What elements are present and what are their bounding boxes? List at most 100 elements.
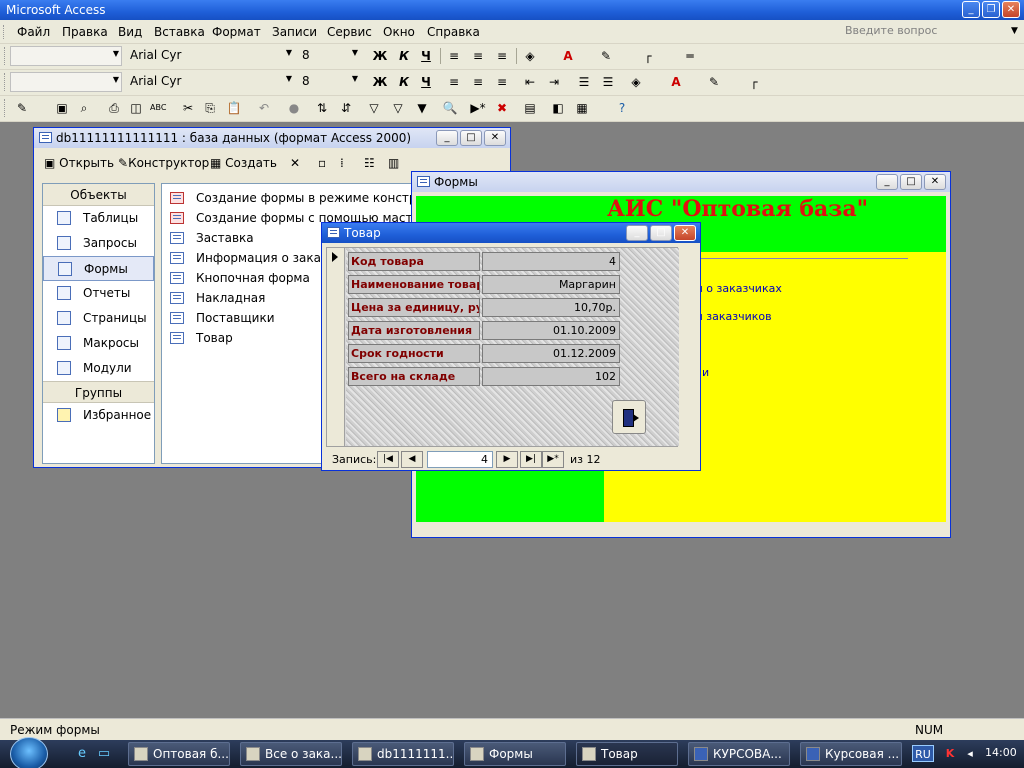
line-color-icon[interactable]: ✎ bbox=[598, 48, 614, 64]
fill-color-icon[interactable]: ◈ bbox=[522, 48, 538, 64]
menu-help[interactable]: Справка bbox=[427, 25, 480, 39]
db-maximize-button[interactable]: □ bbox=[460, 130, 482, 146]
save-icon[interactable]: ▣ bbox=[54, 100, 70, 116]
large-icons-icon[interactable]: ▫ bbox=[318, 156, 326, 170]
chevron-down-icon[interactable]: ▼ bbox=[1011, 26, 1018, 36]
border-width-icon[interactable]: ┌ bbox=[640, 48, 656, 64]
taskbar-item[interactable]: Оптовая б... bbox=[128, 742, 230, 766]
db-delete-icon[interactable]: ✕ bbox=[290, 156, 300, 170]
border-width-icon-2[interactable]: ┌ bbox=[746, 74, 762, 90]
align-center-icon-2[interactable]: ≡ bbox=[470, 74, 486, 90]
print-icon[interactable]: ⎙ bbox=[106, 100, 122, 116]
object-modules[interactable]: Модули bbox=[43, 356, 154, 381]
hyperlink-icon[interactable]: ● bbox=[286, 100, 302, 116]
group-favorites[interactable]: Избранное bbox=[43, 403, 154, 428]
small-icons-icon[interactable]: ⁞ bbox=[340, 156, 344, 170]
font-name-combo-2[interactable]: Arial Cyr ▼ bbox=[126, 72, 294, 92]
taskbar-item[interactable]: db1111111... bbox=[352, 742, 454, 766]
ie-icon[interactable]: e bbox=[74, 746, 90, 762]
delete-record-icon[interactable]: ✖ bbox=[494, 100, 510, 116]
indent-icon[interactable]: ⇤ bbox=[522, 74, 538, 90]
font-size-combo[interactable]: 8 ▼ bbox=[298, 46, 360, 66]
underline-icon-2[interactable]: Ч bbox=[418, 74, 434, 90]
first-record-button[interactable]: |◀ bbox=[377, 451, 399, 468]
help-question-input[interactable]: Введите вопрос bbox=[845, 24, 937, 37]
unit-price-field[interactable]: 10,70р. bbox=[482, 298, 620, 317]
font-color-icon[interactable]: A bbox=[560, 48, 576, 64]
object-tables[interactable]: Таблицы bbox=[43, 206, 154, 231]
font-name-combo[interactable]: Arial Cyr ▼ bbox=[126, 46, 294, 66]
menu-tools[interactable]: Сервис bbox=[327, 25, 372, 39]
product-code-field[interactable]: 4 bbox=[482, 252, 620, 271]
object-macros[interactable]: Макросы bbox=[43, 331, 154, 356]
switchboard-link[interactable]: и bbox=[702, 366, 709, 379]
font-color-icon-2[interactable]: A bbox=[668, 74, 684, 90]
new-record-button[interactable]: ▶* bbox=[542, 451, 564, 468]
bold-icon-2[interactable]: Ж bbox=[372, 74, 388, 90]
db-create-button[interactable]: ▦ Создать bbox=[210, 156, 277, 170]
help-icon[interactable]: ? bbox=[614, 100, 630, 116]
current-record-input[interactable]: 4 bbox=[427, 451, 493, 468]
manufacture-date-field[interactable]: 01.10.2009 bbox=[482, 321, 620, 340]
line-color-icon-2[interactable]: ✎ bbox=[706, 74, 722, 90]
next-record-button[interactable]: ▶ bbox=[496, 451, 518, 468]
db-design-button[interactable]: ✎Конструктор bbox=[118, 156, 209, 170]
align-right-icon-2[interactable]: ≡ bbox=[494, 74, 510, 90]
exit-button[interactable] bbox=[612, 400, 646, 434]
special-effect-icon[interactable]: ═ bbox=[682, 48, 698, 64]
prev-record-button[interactable]: ◀ bbox=[401, 451, 423, 468]
db-open-button[interactable]: ▣ Открыть bbox=[44, 156, 114, 170]
product-name-field[interactable]: Маргарин bbox=[482, 275, 620, 294]
record-selector[interactable] bbox=[327, 248, 345, 446]
menu-edit[interactable]: Правка bbox=[62, 25, 108, 39]
apply-filter-icon[interactable]: ▼ bbox=[414, 100, 430, 116]
view-icon[interactable]: ✎ bbox=[14, 100, 30, 116]
font-size-combo-2[interactable]: 8 ▼ bbox=[298, 72, 360, 92]
switchboard-link[interactable]: ия о заказчиках bbox=[689, 282, 782, 295]
menu-view[interactable]: Вид bbox=[118, 25, 142, 39]
spelling-icon[interactable]: ABC bbox=[150, 100, 166, 116]
align-left-icon[interactable]: ≡ bbox=[446, 48, 462, 64]
align-center-icon[interactable]: ≡ bbox=[470, 48, 486, 64]
object-combo-2[interactable]: ▼ bbox=[10, 72, 122, 92]
filter-form-icon[interactable]: ▽ bbox=[390, 100, 406, 116]
search-file-icon[interactable]: ⌕ bbox=[76, 100, 92, 116]
last-record-button[interactable]: ▶| bbox=[520, 451, 542, 468]
object-queries[interactable]: Запросы bbox=[43, 231, 154, 256]
close-button[interactable]: ✕ bbox=[1002, 1, 1020, 18]
print-preview-icon[interactable]: ◫ bbox=[128, 100, 144, 116]
expiry-date-field[interactable]: 01.12.2009 bbox=[482, 344, 620, 363]
sort-descending-icon[interactable]: ⇵ bbox=[338, 100, 354, 116]
chevron-left-icon[interactable]: ◂ bbox=[962, 746, 978, 762]
align-right-icon[interactable]: ≡ bbox=[494, 48, 510, 64]
underline-icon[interactable]: Ч bbox=[418, 48, 434, 64]
switchboard-link[interactable]: ия заказчиков bbox=[689, 310, 772, 323]
database-window-icon[interactable]: ◧ bbox=[550, 100, 566, 116]
start-button[interactable] bbox=[10, 737, 48, 768]
object-forms[interactable]: Формы bbox=[43, 256, 154, 281]
antivirus-icon[interactable]: K bbox=[942, 746, 958, 762]
menu-records[interactable]: Записи bbox=[272, 25, 317, 39]
fill-color-icon-2[interactable]: ◈ bbox=[628, 74, 644, 90]
db-close-button[interactable]: ✕ bbox=[484, 130, 506, 146]
undo-icon[interactable]: ↶ bbox=[256, 100, 272, 116]
object-pages[interactable]: Страницы bbox=[43, 306, 154, 331]
stock-total-field[interactable]: 102 bbox=[482, 367, 620, 386]
clock[interactable]: 14:00 bbox=[985, 746, 1017, 759]
sort-ascending-icon[interactable]: ⇅ bbox=[314, 100, 330, 116]
italic-icon[interactable]: К bbox=[396, 48, 412, 64]
taskbar-item[interactable]: Формы bbox=[464, 742, 566, 766]
menu-format[interactable]: Формат bbox=[212, 25, 261, 39]
menu-insert[interactable]: Вставка bbox=[154, 25, 205, 39]
list-view-icon[interactable]: ☷ bbox=[364, 156, 375, 170]
taskbar-item[interactable]: Курсовая ... bbox=[800, 742, 902, 766]
tovar-minimize-button[interactable]: _ bbox=[626, 225, 648, 241]
new-object-icon[interactable]: ▦ bbox=[574, 100, 590, 116]
forms-minimize-button[interactable]: _ bbox=[876, 174, 898, 190]
taskbar-item[interactable]: КУРСОВА... bbox=[688, 742, 790, 766]
object-reports[interactable]: Отчеты bbox=[43, 281, 154, 306]
details-view-icon[interactable]: ▥ bbox=[388, 156, 399, 170]
new-record-icon[interactable]: ▶* bbox=[470, 100, 486, 116]
italic-icon-2[interactable]: К bbox=[396, 74, 412, 90]
bold-icon[interactable]: Ж bbox=[372, 48, 388, 64]
